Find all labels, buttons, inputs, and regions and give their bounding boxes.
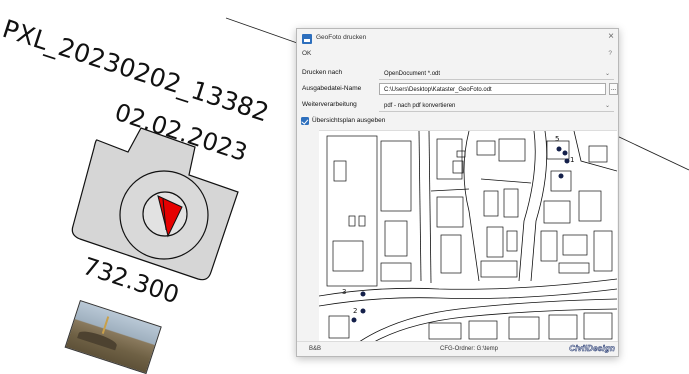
building-group-south: [328, 312, 613, 340]
photo-marker-label: 3: [342, 288, 346, 296]
status-cfg-folder: CFG-Ordner: G:\temp: [440, 346, 499, 352]
dialog-titlebar[interactable]: GeoFoto drucken ×: [297, 29, 618, 49]
civildesign-logo: CivilDesign: [569, 344, 615, 354]
post-processing-value: pdf - nach pdf konvertieren: [384, 103, 456, 109]
photo-marker[interactable]: [564, 158, 570, 164]
road: [573, 131, 617, 172]
photo-marker-label: 1: [570, 156, 574, 164]
field-divider: [379, 111, 614, 112]
photo-marker[interactable]: [556, 146, 562, 152]
crane-shape: [101, 316, 110, 334]
app-icon: [302, 34, 312, 44]
output-name-input[interactable]: C:\Users\Desktop\Kataster_GeoFoto.odt: [379, 83, 606, 95]
overview-map-preview[interactable]: 3 2 5 1: [319, 130, 617, 342]
output-name-label: Ausgabedatei-Name: [302, 85, 362, 92]
field-divider: [379, 79, 614, 80]
road: [418, 131, 422, 282]
post-processing-row: Weiterverarbeitung pdf - nach pdf konver…: [297, 99, 618, 112]
post-processing-select[interactable]: pdf - nach pdf konvertieren ⌄: [379, 99, 615, 111]
print-to-select[interactable]: OpenDocument *.odt ⌄: [379, 67, 615, 79]
building-group-west: [326, 135, 412, 287]
close-icon[interactable]: ×: [608, 31, 614, 42]
cad-line-right: [616, 135, 689, 171]
status-company: B&B: [309, 346, 322, 352]
print-to-value: OpenDocument *.odt: [384, 71, 441, 77]
dialog-title: GeoFoto drucken: [316, 34, 367, 41]
road: [428, 131, 432, 284]
photo-marker[interactable]: [562, 150, 568, 156]
road: [358, 298, 617, 342]
ok-button[interactable]: OK: [302, 50, 311, 57]
road: [373, 308, 617, 342]
photo-marker[interactable]: [558, 173, 564, 179]
photo-marker[interactable]: [360, 308, 366, 314]
dialog-menubar: OK ?: [297, 49, 618, 61]
help-button[interactable]: ?: [608, 50, 612, 57]
building-group-east: [540, 140, 613, 274]
browse-button[interactable]: ...: [609, 83, 618, 95]
checkbox-checked-icon[interactable]: [301, 117, 309, 125]
road: [480, 178, 532, 184]
print-to-row: Drucken nach OpenDocument *.odt ⌄: [297, 67, 618, 80]
cad-line-left: [225, 17, 301, 45]
building-group-center: [436, 138, 526, 278]
dialog-statusbar: B&B CFG-Ordner: G:\temp CivilDesign: [297, 341, 618, 356]
photo-marker[interactable]: [360, 291, 366, 297]
photo-marker[interactable]: [351, 317, 357, 323]
output-name-value: C:\Users\Desktop\Kataster_GeoFoto.odt: [384, 87, 492, 93]
overview-plan-label: Übersichtsplan ausgeben: [312, 117, 386, 124]
soil-pile-shape: [77, 328, 119, 351]
output-name-row: Ausgabedatei-Name C:\Users\Desktop\Katas…: [297, 83, 618, 96]
cadastral-map: 3 2 5 1: [319, 131, 617, 342]
print-to-label: Drucken nach: [302, 69, 343, 76]
photo-marker-label: 5: [555, 135, 559, 143]
road: [530, 131, 548, 282]
geofoto-print-dialog: GeoFoto drucken × OK ? Drucken nach Open…: [296, 28, 619, 357]
photo-marker-label: 2: [353, 307, 357, 315]
road: [319, 288, 617, 307]
post-processing-label: Weiterverarbeitung: [302, 101, 357, 108]
road: [430, 188, 470, 192]
